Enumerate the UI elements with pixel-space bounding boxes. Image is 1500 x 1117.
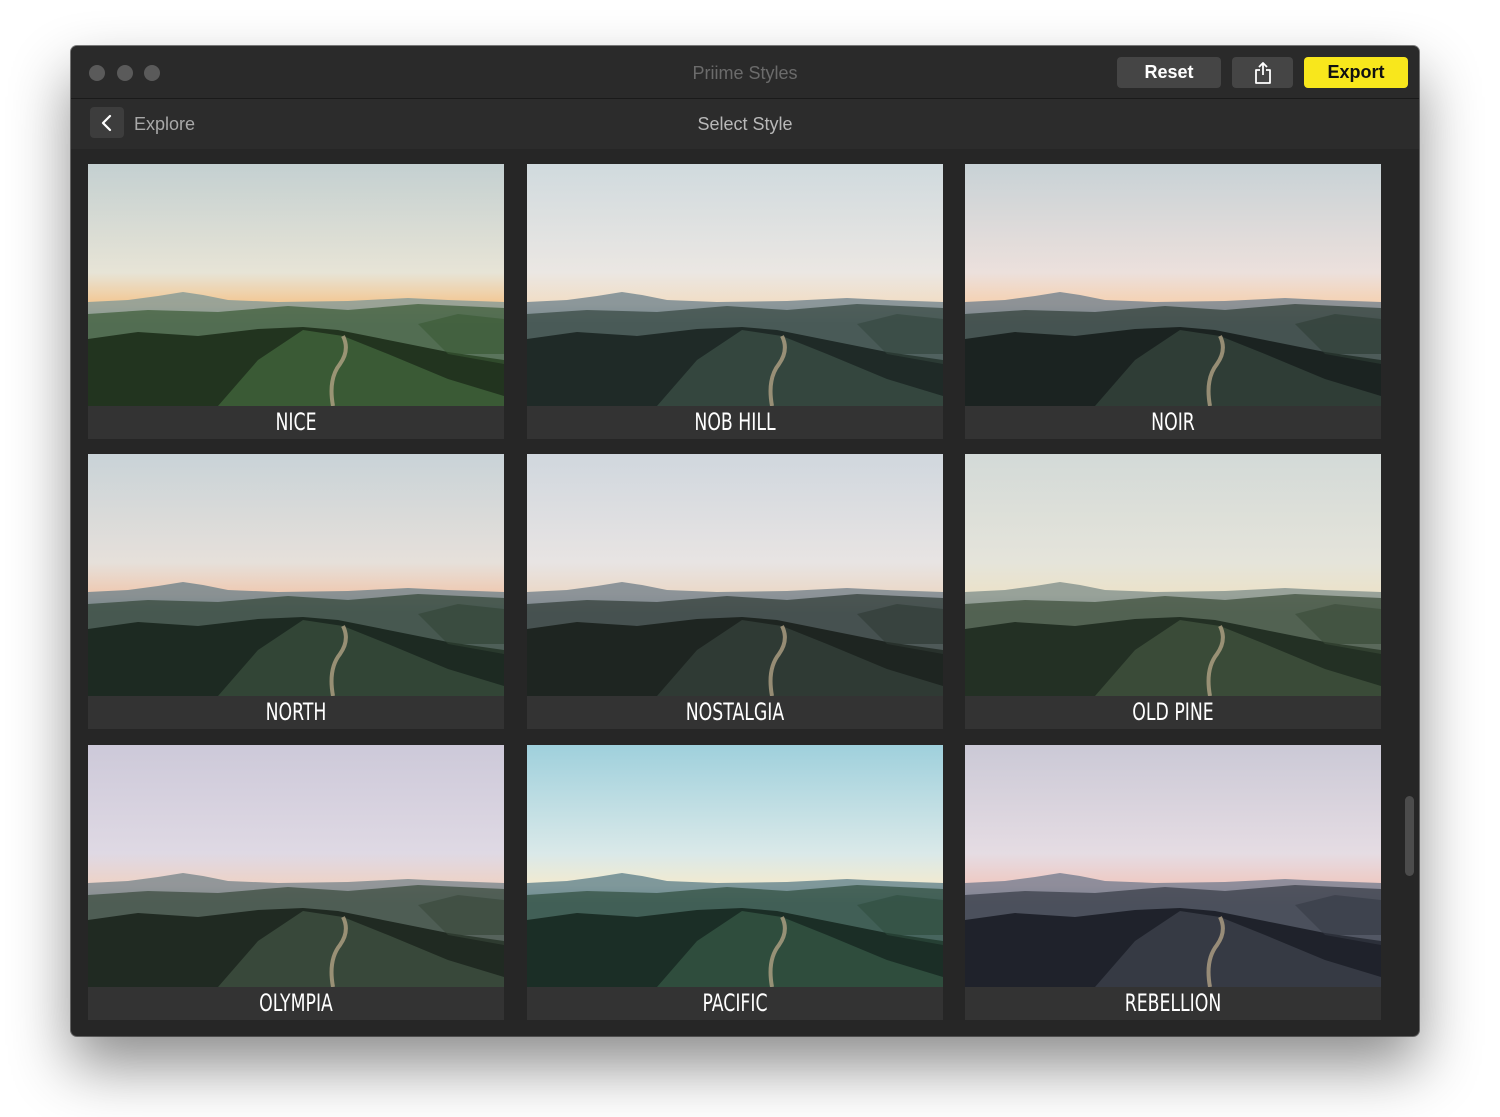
reset-button[interactable]: Reset <box>1117 57 1221 88</box>
style-name: NICE <box>275 408 317 436</box>
navigation-bar: Explore Select Style <box>71 99 1419 149</box>
style-card[interactable]: NOSTALGIA <box>527 454 943 729</box>
style-card[interactable]: NORTH <box>88 454 504 729</box>
style-name: NOB HILL <box>694 408 776 436</box>
style-name: OLYMPIA <box>259 989 333 1017</box>
style-preview-image <box>965 454 1381 696</box>
scrollbar-thumb[interactable] <box>1405 796 1414 876</box>
export-button-label: Export <box>1327 62 1385 82</box>
style-card[interactable]: OLD PINE <box>965 454 1381 729</box>
style-preview-image <box>88 745 504 987</box>
export-button[interactable]: Export <box>1304 57 1408 88</box>
style-card[interactable]: NICE <box>88 164 504 439</box>
style-card[interactable]: PACIFIC <box>527 745 943 1020</box>
share-icon <box>1254 61 1271 84</box>
style-preview-image <box>527 164 943 406</box>
style-preview-image <box>965 164 1381 406</box>
style-name: NORTH <box>265 698 327 726</box>
page-title: Select Style <box>697 114 793 134</box>
style-preview-image <box>965 745 1381 987</box>
style-card[interactable]: NOB HILL <box>527 164 943 439</box>
style-preview-image <box>527 745 943 987</box>
style-card[interactable]: NOIR <box>965 164 1381 439</box>
title-bar: Priime Styles Reset Export <box>71 46 1419 99</box>
app-window: Priime Styles Reset Export Explore Selec… <box>71 46 1419 1036</box>
style-name: NOIR <box>1151 408 1195 436</box>
style-preview-image <box>88 164 504 406</box>
share-button[interactable] <box>1232 57 1293 88</box>
style-preview-image <box>527 454 943 696</box>
style-card[interactable]: REBELLION <box>965 745 1381 1020</box>
reset-button-label: Reset <box>1144 62 1194 82</box>
style-name: PACIFIC <box>702 989 768 1017</box>
style-preview-image <box>88 454 504 696</box>
style-name: NOSTALGIA <box>685 698 785 726</box>
style-name: OLD PINE <box>1132 698 1214 726</box>
style-name: REBELLION <box>1124 989 1222 1017</box>
style-card[interactable]: OLYMPIA <box>88 745 504 1020</box>
